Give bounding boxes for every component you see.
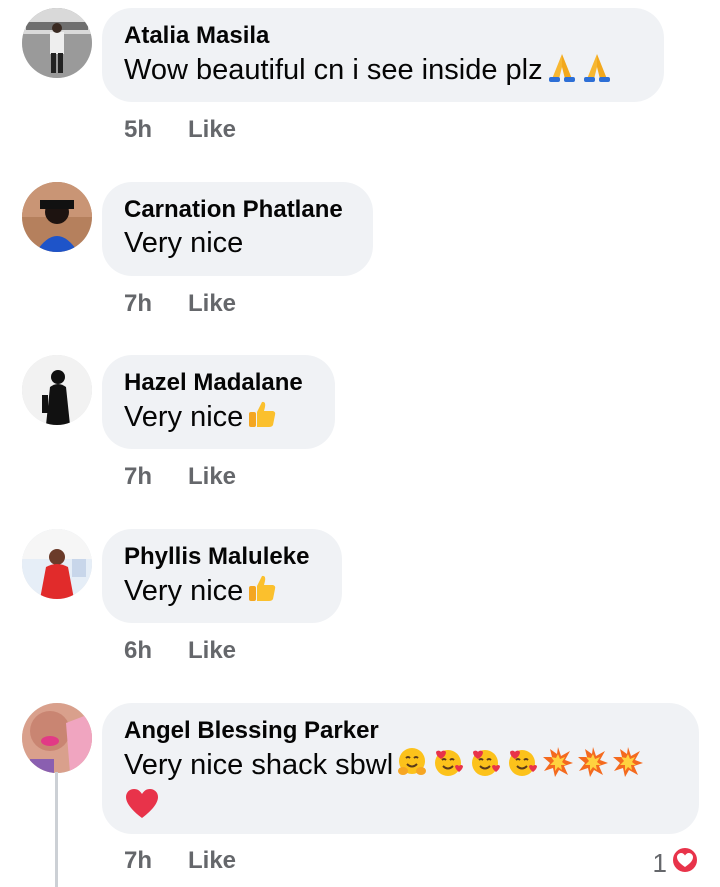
comment-text: Wow beautiful cn i see inside plz bbox=[124, 51, 642, 92]
comment-bubble: Carnation Phatlane Very nice bbox=[102, 182, 373, 276]
avatar[interactable] bbox=[22, 355, 92, 425]
reply-thread-line bbox=[55, 772, 58, 887]
comment-author[interactable]: Hazel Madalane bbox=[124, 368, 313, 398]
comment-time[interactable]: 7h bbox=[124, 462, 188, 492]
heart-reaction-icon bbox=[670, 845, 700, 881]
reaction-count: 1 bbox=[652, 848, 667, 878]
reaction-summary[interactable]: 1 bbox=[653, 845, 700, 881]
comment-text: Very nice bbox=[124, 398, 313, 439]
comment-meta: 7h Like bbox=[124, 462, 236, 492]
avatar[interactable] bbox=[22, 529, 92, 599]
comment-text-line-2 bbox=[124, 787, 677, 830]
collision-emoji bbox=[542, 746, 574, 787]
thumbs-up-emoji bbox=[246, 572, 278, 613]
like-button[interactable]: Like bbox=[188, 463, 236, 490]
comment-author[interactable]: Angel Blessing Parker bbox=[124, 716, 677, 746]
comment-author[interactable]: Carnation Phatlane bbox=[124, 195, 351, 225]
comment-time[interactable]: 7h bbox=[124, 289, 188, 319]
comment-text: Very nice bbox=[124, 572, 320, 613]
avatar[interactable] bbox=[22, 8, 92, 78]
comment-time[interactable]: 6h bbox=[124, 636, 188, 666]
comment-text: Very nice bbox=[124, 227, 244, 259]
collision-emoji bbox=[577, 746, 609, 787]
comment-bubble: Hazel Madalane Very nice bbox=[102, 355, 335, 449]
red-heart-emoji bbox=[124, 787, 160, 830]
comment-meta: 7h Like bbox=[124, 846, 236, 876]
smiling-face-with-hearts-emoji bbox=[431, 746, 465, 787]
comment-author[interactable]: Phyllis Maluleke bbox=[124, 542, 320, 572]
comment-author[interactable]: Atalia Masila bbox=[124, 21, 642, 51]
thumbs-up-emoji bbox=[246, 398, 278, 439]
collision-emoji bbox=[612, 746, 644, 787]
avatar[interactable] bbox=[22, 182, 92, 252]
comment-meta: 5h Like bbox=[124, 115, 236, 145]
avatar[interactable] bbox=[22, 703, 92, 773]
comment-text: Very nice shack sbwl bbox=[124, 746, 677, 787]
like-button[interactable]: Like bbox=[188, 847, 236, 874]
comment-time[interactable]: 5h bbox=[124, 115, 188, 145]
hugging-face-emoji bbox=[396, 746, 428, 787]
comment-time[interactable]: 7h bbox=[124, 846, 188, 876]
like-button[interactable]: Like bbox=[188, 637, 236, 664]
comment-bubble: Atalia Masila Wow beautiful cn i see ins… bbox=[102, 8, 664, 102]
folded-hands-emoji bbox=[546, 51, 578, 92]
comment-meta: 6h Like bbox=[124, 636, 236, 666]
smiling-face-with-hearts-emoji bbox=[505, 746, 539, 787]
comment-meta: 7h Like bbox=[124, 289, 236, 319]
like-button[interactable]: Like bbox=[188, 116, 236, 143]
folded-hands-emoji bbox=[581, 51, 613, 92]
like-button[interactable]: Like bbox=[188, 290, 236, 317]
smiling-face-with-hearts-emoji bbox=[468, 746, 502, 787]
comment-bubble: Phyllis Maluleke Very nice bbox=[102, 529, 342, 623]
comment-bubble: Angel Blessing Parker Very nice shack sb… bbox=[102, 703, 699, 834]
